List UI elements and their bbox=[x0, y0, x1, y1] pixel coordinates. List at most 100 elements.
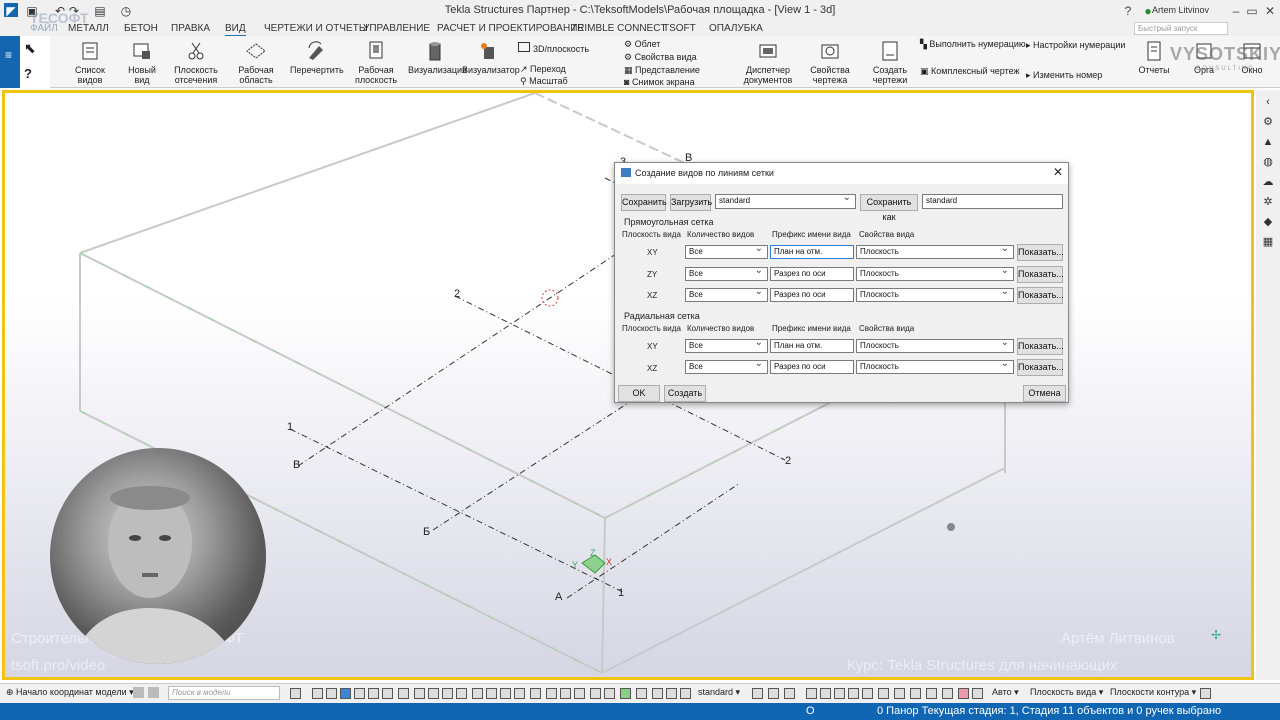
radial-row-prefix-input[interactable]: Разрез по оси bbox=[770, 360, 854, 374]
radial-row-prefix-input[interactable]: План на отм. bbox=[770, 339, 854, 353]
menu-analysis[interactable]: РАСЧЕТ И ПРОЕКТИРОВАНИЕ bbox=[437, 23, 584, 34]
help-cursor-icon[interactable]: ? bbox=[24, 66, 32, 81]
rect-row-props-select[interactable]: Плоскость bbox=[856, 267, 1014, 281]
snap-mode-icon[interactable] bbox=[820, 688, 831, 699]
list-views-button[interactable]: Список видов bbox=[62, 40, 118, 85]
radial-row-count-select[interactable]: Все bbox=[685, 339, 768, 353]
scale-button[interactable]: ⚲ Масштаб bbox=[520, 76, 568, 87]
new-view-button[interactable]: Новый вид bbox=[120, 40, 164, 85]
save-as-button[interactable]: Сохранить как bbox=[860, 194, 918, 222]
menu-drawings[interactable]: ЧЕРТЕЖИ И ОТЧЕТЫ bbox=[264, 23, 368, 34]
rect-row-count-select[interactable]: Все bbox=[685, 267, 768, 281]
representation-button[interactable]: ▦ Представление bbox=[624, 65, 700, 76]
model-search-input[interactable]: Поиск в модели bbox=[168, 686, 280, 700]
maximize-icon[interactable]: ▭ bbox=[1244, 3, 1260, 19]
globe-icon[interactable]: ◍ bbox=[1260, 154, 1276, 170]
rect-row-props-select[interactable]: Плоскость bbox=[856, 288, 1014, 302]
ok-button[interactable]: OK bbox=[618, 385, 660, 402]
reports-button[interactable]: Отчеты bbox=[1134, 40, 1174, 75]
snap-settings-icon[interactable] bbox=[768, 688, 779, 699]
menu-view[interactable]: ВИД bbox=[225, 23, 246, 37]
hamburger-icon[interactable]: ≡ bbox=[5, 48, 12, 62]
snap-mode-icon[interactable] bbox=[910, 688, 921, 699]
work-area-button[interactable]: Рабочая область bbox=[224, 40, 288, 85]
quick-launch-input[interactable]: Быстрый запуск bbox=[1134, 22, 1228, 35]
view-props-button[interactable]: ⚙ Свойства вида bbox=[624, 52, 697, 63]
snap-mode-icon[interactable] bbox=[972, 688, 983, 699]
menu-formwork[interactable]: ОПАЛУБКА bbox=[709, 23, 763, 34]
view-3d-plane-button[interactable]: 3D/плоскость bbox=[518, 42, 589, 54]
clipboard-icon[interactable]: ▤ bbox=[92, 3, 108, 19]
rect-row-show-button[interactable]: Показать... bbox=[1017, 244, 1064, 261]
rect-row-show-button[interactable]: Показать... bbox=[1017, 266, 1064, 283]
learning-icon[interactable]: ▲ bbox=[1260, 134, 1276, 150]
snap-settings-icon[interactable] bbox=[752, 688, 763, 699]
change-number-button[interactable]: ▸ Изменить номер bbox=[1026, 70, 1102, 81]
rect-row-prefix-input[interactable]: Разрез по оси bbox=[770, 267, 854, 281]
snap-toggle[interactable] bbox=[133, 687, 144, 698]
select-tool-icon[interactable] bbox=[620, 688, 631, 699]
origin-select[interactable]: ⊕ Начало координат модели ▾ bbox=[6, 687, 134, 698]
select-tool-icon[interactable] bbox=[604, 688, 615, 699]
rect-row-prefix-input[interactable]: План на отм. bbox=[770, 245, 854, 259]
visualizer-button[interactable]: Визуализатор bbox=[462, 40, 520, 75]
menu-manage[interactable]: УПРАВЛЕНИЕ bbox=[363, 23, 430, 34]
select-tool-icon[interactable] bbox=[680, 688, 691, 699]
snap-mode-icon[interactable] bbox=[894, 688, 905, 699]
rect-row-props-select[interactable]: Плоскость bbox=[856, 245, 1014, 259]
transition-button[interactable]: ↗ Переход bbox=[520, 64, 566, 75]
snap-mode-icon[interactable] bbox=[806, 688, 817, 699]
settings-icon[interactable]: ✲ bbox=[1260, 194, 1276, 210]
snap-mode-icon[interactable] bbox=[878, 688, 889, 699]
select-tool-icon[interactable] bbox=[312, 688, 323, 699]
rect-row-count-select[interactable]: Все bbox=[685, 288, 768, 302]
select-tool-icon[interactable] bbox=[414, 688, 425, 699]
radial-row-props-select[interactable]: Плоскость bbox=[856, 360, 1014, 374]
rect-row-count-select[interactable]: Все bbox=[685, 245, 768, 259]
radial-row-count-select[interactable]: Все bbox=[685, 360, 768, 374]
standard-select[interactable]: standard ▾ bbox=[698, 687, 740, 698]
complex-drawing-button[interactable]: ▣ Комплексный чертеж bbox=[920, 66, 1020, 77]
properties-icon[interactable]: ⚙ bbox=[1260, 114, 1276, 130]
view-plane-select[interactable]: Плоскость вида ▾ bbox=[1030, 687, 1103, 698]
fly-button[interactable]: ⚙ Облет bbox=[624, 39, 660, 50]
snap-mode-icon[interactable] bbox=[958, 688, 969, 699]
select-tool-icon[interactable] bbox=[546, 688, 557, 699]
radial-row-props-select[interactable]: Плоскость bbox=[856, 339, 1014, 353]
create-button[interactable]: Создать bbox=[664, 385, 706, 402]
radial-row-show-button[interactable]: Показать... bbox=[1017, 359, 1064, 376]
select-tool-icon[interactable] bbox=[590, 688, 601, 699]
screenshot-button[interactable]: ◙ Снимок экрана bbox=[624, 77, 695, 87]
snap-mode-icon[interactable] bbox=[862, 688, 873, 699]
contour-plane-select[interactable]: Плоскости контура ▾ bbox=[1110, 687, 1196, 698]
select-tool-icon[interactable] bbox=[560, 688, 571, 699]
snap-mode-icon[interactable] bbox=[834, 688, 845, 699]
select-tool-icon[interactable] bbox=[326, 688, 337, 699]
select-tool-icon[interactable] bbox=[514, 688, 525, 699]
select-tool-icon[interactable] bbox=[428, 688, 439, 699]
save-as-input[interactable]: standard bbox=[922, 194, 1063, 209]
rect-row-prefix-input[interactable]: Разрез по оси bbox=[770, 288, 854, 302]
load-button[interactable]: Загрузить bbox=[670, 194, 712, 211]
work-plane-button[interactable]: Рабочая плоскость bbox=[350, 40, 402, 85]
numbering-settings-button[interactable]: ▸ Настройки нумерации bbox=[1026, 40, 1125, 51]
select-tool-icon[interactable] bbox=[530, 688, 541, 699]
select-tool-icon[interactable] bbox=[382, 688, 393, 699]
radial-row-show-button[interactable]: Показать... bbox=[1017, 338, 1064, 355]
menu-edit[interactable]: ПРАВКА bbox=[171, 23, 210, 34]
rect-row-show-button[interactable]: Показать... bbox=[1017, 287, 1064, 304]
select-tool-icon[interactable] bbox=[340, 688, 351, 699]
clip-plane-button[interactable]: Плоскость отсечения bbox=[170, 40, 222, 85]
select-arrow-icon[interactable]: ⬉ bbox=[24, 40, 36, 57]
preset-select[interactable]: standard bbox=[715, 194, 856, 209]
select-tool-icon[interactable] bbox=[636, 688, 647, 699]
visualization-button[interactable]: Визуализация bbox=[408, 40, 467, 75]
close-icon[interactable]: ✕ bbox=[1262, 3, 1278, 19]
snap-mode-icon[interactable] bbox=[942, 688, 953, 699]
help-icon[interactable]: ? bbox=[1120, 3, 1136, 19]
do-numbering-button[interactable]: ▚ Выполнить нумерацию bbox=[920, 40, 1026, 49]
doc-manager-button[interactable]: Диспетчер документов bbox=[740, 40, 796, 85]
cloud-icon[interactable]: ☁ bbox=[1260, 174, 1276, 190]
minimize-icon[interactable]: – bbox=[1228, 3, 1244, 19]
menu-tsoft[interactable]: TSOFT bbox=[663, 23, 696, 34]
